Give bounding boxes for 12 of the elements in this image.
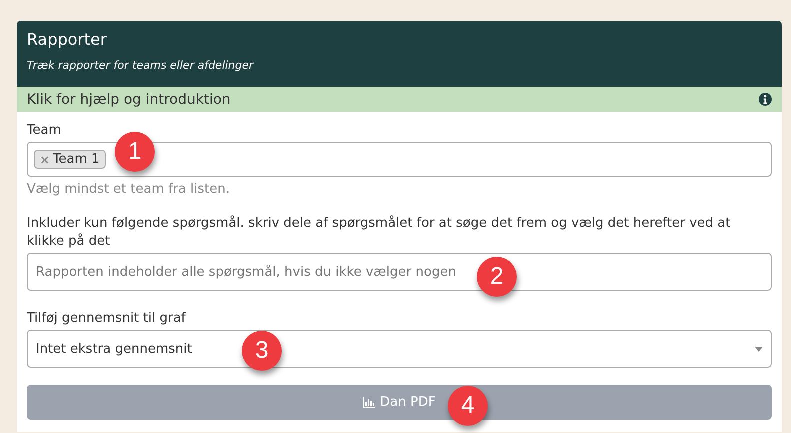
field-label: Tilføj gennemsnit til graf — [27, 310, 188, 328]
bar-chart-icon — [363, 397, 376, 408]
team-tag[interactable]: × Team 1 — [34, 150, 106, 169]
field-label: Team — [27, 122, 62, 140]
caret-icon — [755, 346, 763, 352]
panel-subtitle: Træk rapporter for teams eller afdelinger — [27, 59, 255, 72]
info-icon[interactable] — [759, 93, 772, 106]
panel-title: Rapporter — [27, 30, 108, 49]
field-label: Inkluder kun følgende spørgsmål. skriv dele af spørgsmålet for at søge det frem og vælg det herefter ved at klikke på det — [27, 215, 732, 251]
help-bar[interactable]: Klik for hjælp og introduktion — [17, 87, 782, 112]
help-text: Vælg mindst et team fra listen. — [27, 182, 231, 197]
help-text[interactable]: Klik for hjælp og introduktion — [27, 92, 231, 108]
